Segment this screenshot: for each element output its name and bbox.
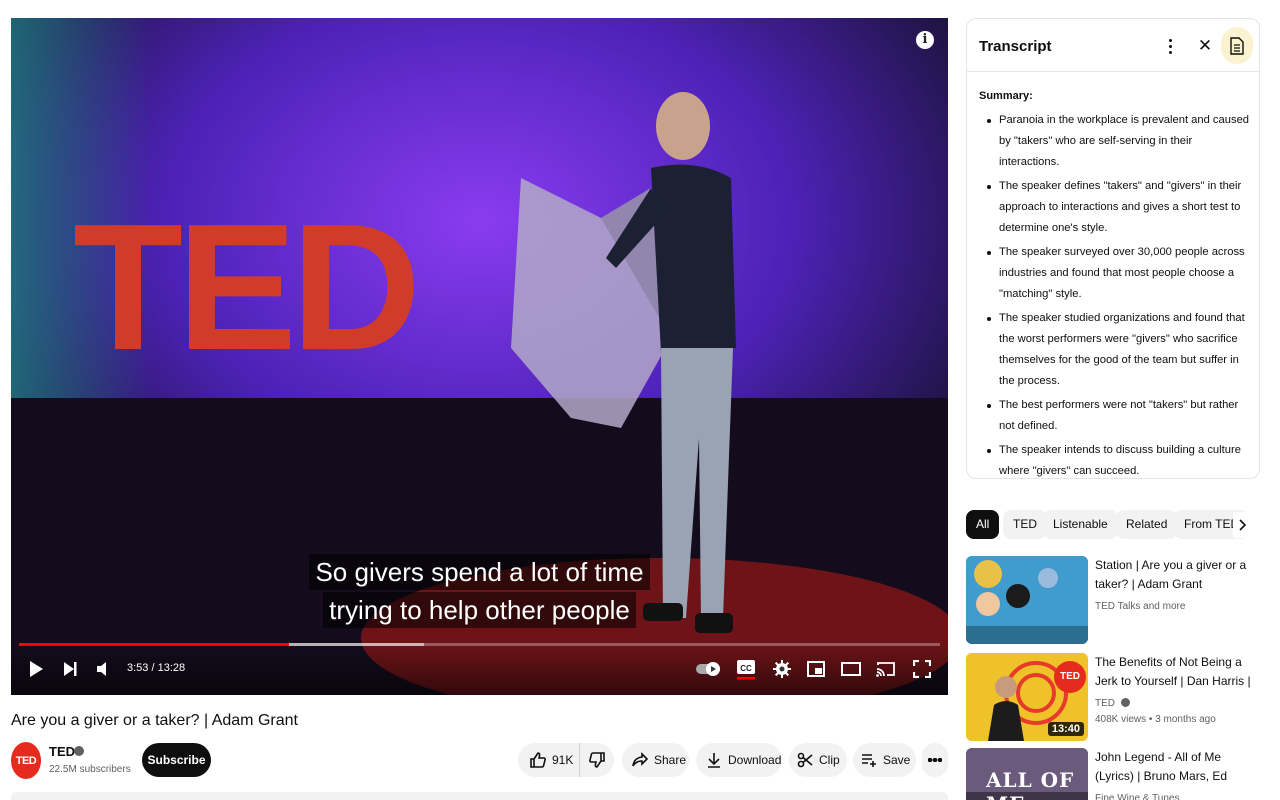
document-icon[interactable] — [1221, 27, 1253, 64]
summary-point: The speaker surveyed over 30,000 people … — [979, 242, 1249, 305]
clip-label: Clip — [819, 753, 840, 767]
verified-check-icon — [74, 746, 84, 756]
related-video-channel: TED — [1095, 697, 1130, 711]
channel-avatar[interactable]: TED — [11, 742, 41, 779]
summary-point: The speaker defines "takers" and "givers… — [979, 176, 1249, 239]
download-icon — [708, 753, 720, 768]
autoplay-toggle[interactable] — [695, 657, 723, 681]
summary-heading: Summary: — [979, 90, 1033, 102]
chip-ted[interactable]: TED — [1003, 510, 1047, 539]
share-icon — [632, 752, 648, 767]
like-button[interactable]: 91K — [518, 743, 580, 777]
more-actions-button[interactable] — [922, 743, 948, 777]
more-vertical-icon[interactable] — [1163, 36, 1177, 56]
related-video-title: John Legend - All of Me (Lyrics) | Bruno… — [1095, 750, 1228, 783]
cast-icon[interactable] — [873, 657, 899, 681]
save-label: Save — [883, 753, 911, 767]
progress-played — [19, 643, 289, 646]
summary-point: Paranoia in the workplace is prevalent a… — [979, 110, 1249, 173]
related-video-channel: Fine Wine & Tunes — [1095, 793, 1180, 800]
summary-list: Paranoia in the workplace is prevalent a… — [979, 110, 1249, 478]
play-icon[interactable] — [23, 657, 49, 681]
dislike-button[interactable] — [580, 743, 614, 777]
close-icon[interactable]: ✕ — [1195, 36, 1215, 56]
cc-icon[interactable]: CC — [733, 657, 759, 681]
settings-gear-icon[interactable] — [769, 657, 795, 681]
volume-icon[interactable] — [93, 657, 115, 681]
chevron-right-icon[interactable] — [1233, 512, 1253, 538]
save-button[interactable]: Save — [853, 743, 916, 777]
filter-chips: All TED Listenable Related From TED — [966, 510, 1260, 540]
caption-line: trying to help other people — [323, 592, 636, 628]
channel-name[interactable]: TED — [49, 744, 75, 760]
scissors-icon — [797, 752, 813, 768]
fullscreen-icon[interactable] — [909, 657, 935, 681]
video-thumbnail[interactable]: ALL OF ME — [966, 748, 1088, 800]
duration-badge: 13:40 — [1047, 722, 1084, 736]
transcript-title: Transcript — [979, 38, 1052, 55]
theater-mode-icon[interactable] — [838, 657, 864, 681]
related-video[interactable]: ALL OF ME John Legend - All of Me (Lyric… — [966, 748, 1266, 800]
caption-line: So givers spend a lot of time — [309, 554, 650, 590]
info-icon[interactable]: i — [916, 31, 934, 49]
related-video-title: The Benefits of Not Being a Jerk to Your… — [1095, 655, 1251, 688]
transcript-summary: Summary: Paranoia in the workplace is pr… — [979, 89, 1249, 478]
captions: So givers spend a lot of time trying to … — [11, 554, 948, 630]
summary-point: The speaker studied organizations and fo… — [979, 308, 1249, 392]
save-playlist-icon — [862, 754, 876, 767]
miniplayer-icon[interactable] — [803, 657, 829, 681]
player-controls: 3:53 / 13:28 CC — [11, 643, 948, 695]
progress-bar[interactable] — [19, 643, 940, 646]
chip-all[interactable]: All — [966, 510, 1000, 539]
ted-stage-logo: TED — [73, 187, 421, 388]
summary-point: The speaker intends to discuss building … — [979, 440, 1249, 478]
like-count: 91K — [552, 753, 574, 767]
download-button[interactable]: Download — [696, 743, 782, 777]
video-thumbnail[interactable]: TED 13:40 — [966, 653, 1088, 741]
thumbs-down-icon — [589, 752, 605, 768]
summary-point: The best performers were not "takers" bu… — [979, 395, 1249, 437]
subscribe-button[interactable]: Subscribe — [142, 743, 211, 777]
video-player[interactable]: TED i So givers spend a lot of time tryi… — [11, 18, 948, 695]
next-icon[interactable] — [57, 657, 83, 681]
time-display: 3:53 / 13:28 — [127, 662, 186, 674]
subscriber-count: 22.5M subscribers — [49, 764, 131, 775]
download-label: Download — [728, 753, 782, 767]
related-video-channel: TED Talks and more — [1095, 601, 1186, 612]
transcript-header: Transcript ✕ — [967, 19, 1259, 72]
related-video[interactable]: Station | Are you a giver or a taker? | … — [966, 556, 1266, 646]
svg-text:CC: CC — [740, 664, 752, 673]
thumbs-up-icon — [530, 752, 546, 768]
verified-check-icon — [1120, 698, 1130, 707]
video-thumbnail[interactable] — [966, 556, 1088, 644]
thumbnail-text: ALL OF ME — [986, 768, 1075, 800]
related-video-meta: 408K views • 3 months ago — [1095, 714, 1216, 725]
chip-related[interactable]: Related — [1116, 510, 1178, 539]
video-title: Are you a giver or a taker? | Adam Grant — [11, 712, 298, 729]
share-label: Share — [654, 753, 687, 767]
related-video-title: Station | Are you a giver or a taker? | … — [1095, 558, 1247, 591]
chip-listenable[interactable]: Listenable — [1043, 510, 1118, 539]
description-box[interactable] — [11, 792, 948, 800]
more-horizontal-icon — [928, 758, 942, 762]
channel-row: TED TED 22.5M subscribers Subscribe 91K … — [11, 742, 951, 782]
ted-badge: TED — [1060, 671, 1080, 682]
related-video[interactable]: TED 13:40 The Benefits of Not Being a Je… — [966, 653, 1266, 743]
transcript-panel: Transcript ✕ Summary: Paranoia in the wo… — [966, 18, 1260, 479]
clip-button[interactable]: Clip — [789, 743, 847, 777]
like-dislike-group: 91K — [518, 743, 614, 777]
share-button[interactable]: Share — [622, 743, 689, 777]
